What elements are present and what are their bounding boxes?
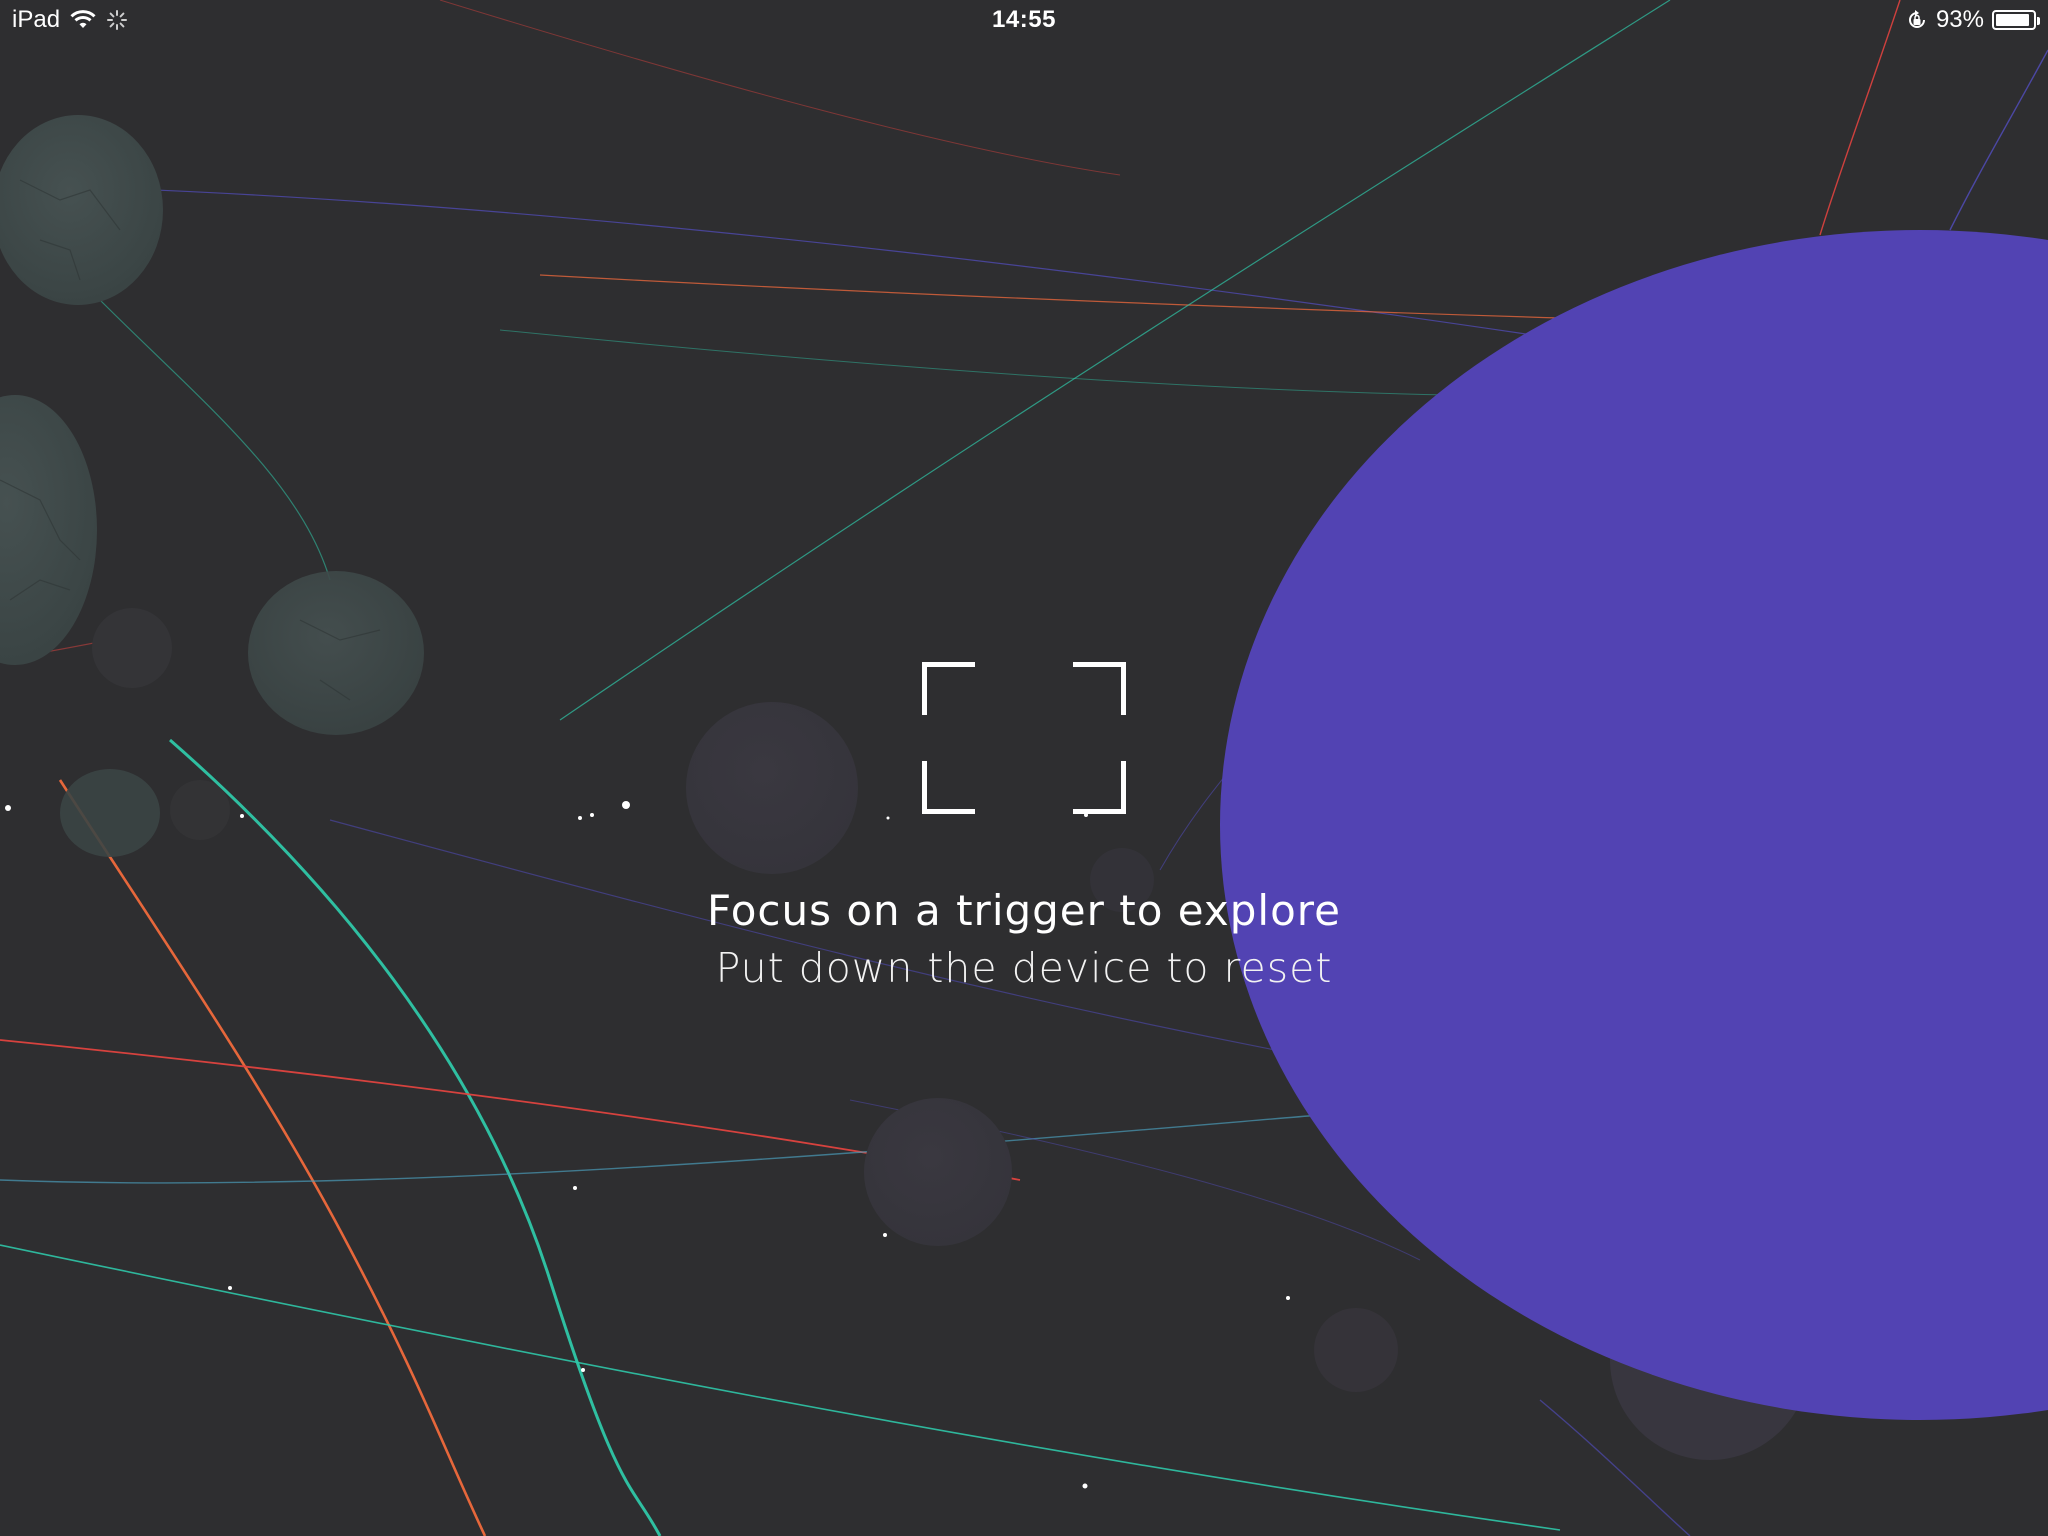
planet: [0, 115, 163, 305]
scanner-subtitle: Put down the device to reset: [715, 944, 1333, 992]
planet: [1314, 1308, 1398, 1392]
orbit-line: [1949, 49, 2048, 231]
orbit-line: [0, 1114, 1321, 1184]
viewfinder-corner-bottom-left: [922, 761, 975, 814]
orbit-line: [499, 329, 1451, 396]
viewfinder-corner-top-left: [922, 662, 975, 715]
planet: [686, 702, 858, 874]
viewfinder-corner-bottom-right: [1073, 761, 1126, 814]
planet: [864, 1098, 1012, 1246]
featured-planet: [1220, 230, 2048, 1420]
star: [1082, 1483, 1088, 1489]
star: [573, 1186, 577, 1190]
clock: 14:55: [992, 6, 1056, 33]
status-bar: iPad 14:55 93%: [0, 0, 2048, 40]
explore-screen: iPad 14:55 93% Focus on a trigger to exp…: [0, 0, 2048, 1536]
status-right: 93%: [1906, 6, 2040, 34]
planet: [248, 571, 424, 735]
orbit-line: [539, 274, 1561, 319]
star: [883, 1233, 887, 1237]
viewfinder-icon: [922, 662, 1126, 814]
star: [581, 1368, 585, 1372]
battery-percent: 93%: [1935, 6, 1984, 33]
orbit-line: [169, 738, 662, 1536]
star: [228, 1286, 232, 1290]
star: [886, 816, 890, 820]
planet: [0, 395, 97, 665]
orbit-line: [0, 184, 1601, 346]
star: [622, 801, 630, 809]
star: [1286, 1296, 1290, 1300]
star: [578, 816, 582, 820]
planet: [92, 608, 172, 688]
orbit-line: [0, 1244, 1561, 1531]
battery-level: [1996, 14, 2029, 26]
scanner-title: Focus on a trigger to explore: [707, 886, 1341, 935]
star: [590, 813, 594, 817]
star: [5, 805, 11, 811]
rotation-lock-icon: [1906, 9, 1928, 31]
planet: [170, 780, 230, 840]
star: [240, 814, 244, 818]
planet: [60, 769, 160, 857]
viewfinder-corner-top-right: [1073, 662, 1126, 715]
battery-icon: [1992, 10, 2040, 30]
orbit-line: [99, 299, 331, 581]
